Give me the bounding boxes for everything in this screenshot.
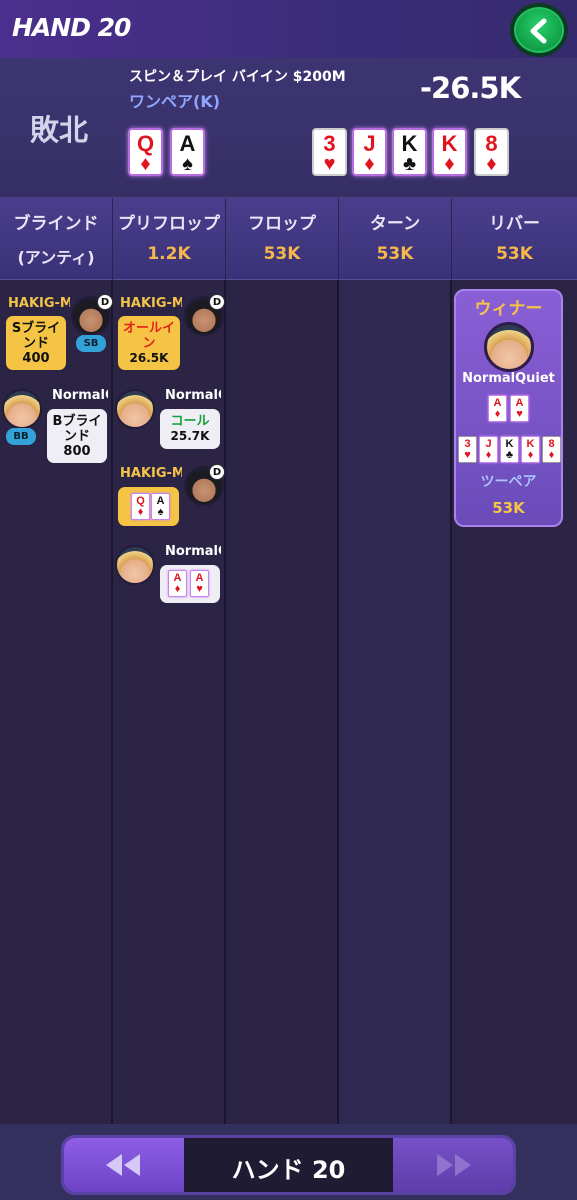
winner-board-card: 3 ♥ — [458, 436, 477, 463]
column-pot: 53K — [496, 244, 533, 264]
column-pot: 53K — [376, 244, 414, 264]
board-card: J ♦ — [352, 128, 387, 176]
winner-hole-card: A ♥ — [510, 395, 529, 422]
player-avatar[interactable] — [115, 545, 155, 585]
shown-card: Q ♦ — [131, 493, 150, 520]
player-name: NormalC — [165, 388, 221, 403]
net-amount: -26.5K — [420, 71, 521, 105]
board-card: 3 ♥ — [312, 128, 347, 176]
winner-board-card: J ♦ — [479, 436, 498, 463]
hole-card: A ♠ — [170, 128, 205, 176]
column-flop: フロップ 53K — [226, 198, 339, 280]
winner-board-card: 8 ♦ — [542, 436, 561, 463]
column-sublabel: (アンティ) — [17, 248, 95, 267]
shown-card: A ♦ — [168, 570, 187, 597]
player-name: NormalC — [52, 388, 108, 403]
player-name: HAKIG-M — [120, 466, 182, 481]
hand-navigator: ハンド 20 — [61, 1135, 516, 1195]
position-badge: BB — [6, 428, 36, 445]
action-box: コール 25.7K — [160, 409, 220, 449]
hand-rank: ワンペア(K) — [129, 92, 221, 111]
hole-card: Q ♦ — [128, 128, 163, 176]
game-info: スピン＆プレイ バイイン $200M — [129, 69, 346, 85]
winner-pot: 53K — [492, 499, 525, 517]
player-name: HAKIG-M — [120, 296, 182, 311]
rewind-icon — [106, 1154, 140, 1176]
top-bar: HAND 20 — [0, 0, 577, 58]
action-box: Sブライ ンド 400 — [6, 316, 66, 370]
column-label: ターン — [369, 214, 421, 234]
hand-number-label: ハンド 20 — [231, 1156, 346, 1184]
position-badge: SB — [76, 335, 106, 352]
winner-hand-rank: ツーペア — [480, 474, 537, 490]
dealer-button: D — [97, 294, 113, 310]
chevron-left-icon — [530, 18, 547, 44]
next-hand-button[interactable] — [393, 1138, 513, 1192]
dealer-button: D — [209, 294, 225, 310]
board-card: 8 ♦ — [474, 128, 509, 176]
fast-forward-icon — [437, 1154, 471, 1176]
dealer-button: D — [209, 464, 225, 480]
previous-hand-button[interactable] — [64, 1138, 184, 1192]
action-box: オールイン 26.5K — [118, 316, 180, 370]
column-label: ブラインド — [13, 214, 99, 234]
shown-card: A ♠ — [151, 493, 170, 520]
column-pot: 1.2K — [147, 244, 191, 264]
column-label: プリフロップ — [118, 214, 220, 234]
column-turn: ターン 53K — [339, 198, 452, 280]
footer-nav: ハンド 20 — [0, 1124, 577, 1200]
action-box: Bブライ ンド 800 — [47, 409, 107, 463]
winner-hole-card: A ♦ — [488, 395, 507, 422]
flop-column — [226, 280, 339, 1124]
winner-name: NormalQuiet — [462, 371, 555, 386]
column-preflop: プリフロップ 1.2K — [113, 198, 226, 280]
column-river: リバー 53K — [452, 198, 577, 280]
winner-title: ウィナー — [474, 299, 543, 319]
player-avatar[interactable] — [115, 389, 155, 429]
column-pot: 53K — [263, 244, 301, 264]
player-name: NormalC — [165, 544, 221, 559]
street-header: ブラインド (アンティ) プリフロップ 1.2K フロップ 53K ターン 53… — [0, 198, 577, 280]
turn-column — [339, 280, 452, 1124]
winner-avatar[interactable] — [484, 322, 534, 372]
board-card: K ♣ — [392, 128, 427, 176]
hand-summary: 敗北 スピン＆プレイ バイイン $200M ワンペア(K) -26.5K Q ♦ … — [0, 58, 577, 198]
winner-board-card: K ♣ — [500, 436, 519, 463]
back-button[interactable] — [510, 3, 568, 57]
player-name: HAKIG-M — [8, 296, 70, 311]
column-blinds: ブラインド (アンティ) — [0, 198, 113, 280]
player-avatar[interactable] — [2, 389, 42, 429]
board-card: K ♦ — [432, 128, 467, 176]
hand-title: HAND 20 — [12, 13, 131, 42]
winner-box: ウィナー NormalQuiet A ♦ A ♥ 3 ♥ J ♦ K ♣ K ♦ 8 ♦ ツー… — [454, 289, 563, 527]
column-label: リバー — [489, 214, 540, 234]
winner-board-card: K ♦ — [521, 436, 540, 463]
shown-card: A ♥ — [190, 570, 209, 597]
column-label: フロップ — [248, 214, 316, 234]
result-label: 敗北 — [30, 113, 89, 147]
